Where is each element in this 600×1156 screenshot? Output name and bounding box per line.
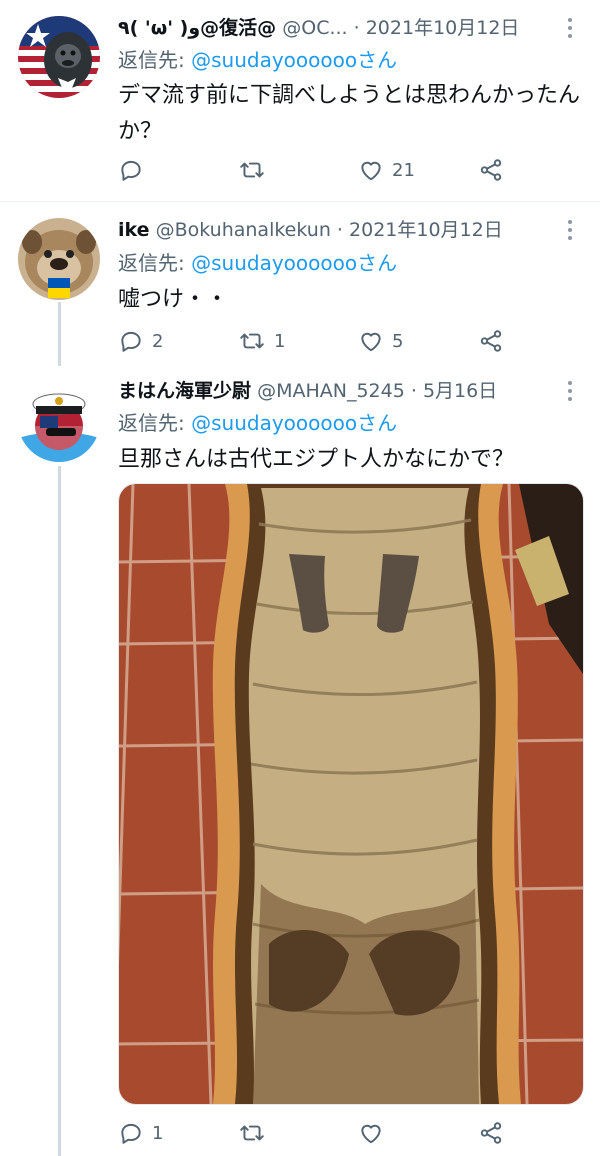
retweet-button[interactable] — [238, 1115, 274, 1151]
like-button[interactable]: 5 — [358, 323, 403, 359]
like-button[interactable]: 21 — [358, 152, 415, 188]
share-button[interactable] — [478, 152, 504, 188]
user-handle[interactable]: @OC... — [282, 17, 347, 39]
display-name[interactable]: ike — [118, 219, 150, 241]
share-icon — [480, 1122, 502, 1144]
more-icon[interactable] — [558, 13, 582, 43]
separator-dot: · — [336, 219, 343, 241]
tweet-actions: 1 — [118, 1115, 538, 1151]
reply-to-mention[interactable]: @suudayoooooo — [191, 251, 357, 275]
avatar-gorilla[interactable] — [18, 16, 100, 98]
more-icon[interactable] — [558, 215, 582, 245]
reply-icon — [121, 160, 141, 181]
reply-to-suffix: さん — [357, 251, 398, 275]
tweet-text: 旦那さんは古代エジプト人かなにかで？ — [118, 447, 515, 472]
display-name[interactable]: まはん海軍少尉 — [118, 380, 251, 402]
reply-to-line: 返信先: @suudayooooooさん — [118, 248, 397, 278]
reply-button[interactable] — [118, 152, 152, 188]
user-handle[interactable]: @Bokuhanalkekun — [156, 219, 331, 241]
more-icon[interactable] — [558, 376, 582, 406]
like-count: 21 — [392, 159, 415, 181]
retweet-icon — [240, 162, 264, 178]
reply-to-suffix: さん — [357, 411, 398, 435]
tweet-header: ike @Bokuhanalkekun · 2021年10月12日 — [118, 215, 550, 245]
retweet-button[interactable] — [238, 152, 274, 188]
reply-to-prefix: 返信先: — [118, 411, 192, 435]
reply-to-mention[interactable]: @suudayoooooo — [191, 48, 357, 72]
tweet-actions: 21 — [118, 152, 538, 188]
tweet-text: 嘘つけ・・ — [118, 287, 229, 312]
tweet-media-image[interactable] — [118, 483, 584, 1105]
reply-to-mention[interactable]: @suudayoooooo — [191, 411, 357, 435]
tweet-text: デマ流す前に下調べしようとは思わんかったんか？ — [118, 83, 581, 144]
avatar-dog[interactable] — [18, 218, 100, 300]
heart-icon — [361, 161, 381, 181]
user-handle[interactable]: @MAHAN_5245 — [257, 380, 405, 402]
reply-count: 1 — [152, 1122, 164, 1144]
tweet-date[interactable]: 2021年10月12日 — [349, 219, 503, 241]
retweet-icon — [240, 1125, 264, 1141]
reply-button[interactable]: 2 — [118, 323, 163, 359]
tweet-date[interactable]: 2021年10月12日 — [366, 17, 520, 39]
share-button[interactable] — [478, 323, 504, 359]
thread-line — [58, 466, 61, 1156]
reply-to-prefix: 返信先: — [118, 251, 192, 275]
heart-icon — [361, 332, 381, 352]
like-count: 5 — [392, 330, 404, 352]
thread-line — [58, 302, 61, 366]
share-button[interactable] — [478, 1115, 504, 1151]
tweet-actions: 2 1 5 — [118, 323, 538, 359]
reply-button[interactable]: 1 — [118, 1115, 163, 1151]
share-icon — [480, 330, 502, 352]
display-name[interactable]: ٩( 'ω' )و@復活@ — [118, 17, 276, 39]
tweet-header: ٩( 'ω' )و@復活@ @OC... · 2021年10月12日 — [118, 13, 550, 43]
reply-icon — [121, 331, 141, 352]
retweet-icon — [240, 333, 264, 349]
heart-icon — [361, 1124, 381, 1144]
retweet-count: 1 — [274, 330, 286, 352]
reply-to-line: 返信先: @suudayooooooさん — [118, 408, 397, 438]
tweet-1[interactable]: ٩( 'ω' )و@復活@ @OC... · 2021年10月12日 返信先: … — [0, 0, 600, 200]
avatar-navy-ball[interactable] — [18, 380, 100, 462]
reply-count: 2 — [152, 330, 164, 352]
reply-to-prefix: 返信先: — [118, 48, 192, 72]
separator-dot: · — [410, 380, 417, 402]
tweet-header: まはん海軍少尉 @MAHAN_5245 · 5月16日 — [118, 376, 550, 406]
share-icon — [480, 159, 502, 181]
reply-to-suffix: さん — [357, 48, 398, 72]
tweet-date[interactable]: 5月16日 — [423, 380, 497, 402]
reply-to-line: 返信先: @suudayooooooさん — [118, 45, 397, 75]
retweet-button[interactable]: 1 — [238, 323, 285, 359]
tweet-2[interactable]: ike @Bokuhanalkekun · 2021年10月12日 返信先: @… — [0, 202, 600, 372]
separator-dot: · — [353, 17, 360, 39]
like-button[interactable] — [358, 1115, 392, 1151]
reply-icon — [121, 1123, 141, 1144]
